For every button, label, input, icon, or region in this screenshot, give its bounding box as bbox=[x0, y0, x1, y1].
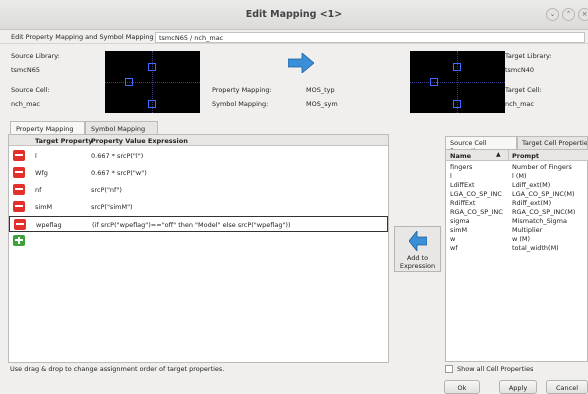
show-all-label: Show all Cell Properties bbox=[457, 365, 534, 373]
expression-cell[interactable]: 0.667 * srcP("l") bbox=[91, 152, 143, 160]
source-cell-label: Source Cell: bbox=[11, 86, 50, 94]
property-prompt: Number of Fingers bbox=[512, 163, 572, 171]
add-row[interactable] bbox=[9, 234, 388, 250]
table-row[interactable]: nf srcP("nf") bbox=[9, 182, 388, 198]
target-cell-label: Target Cell: bbox=[505, 86, 542, 94]
source-library-value: tsmcN65 bbox=[11, 66, 40, 74]
property-name: sigma bbox=[450, 217, 470, 225]
tab-property-mapping-rule[interactable]: Property Mapping Rule bbox=[10, 121, 85, 141]
add-to-expression-button[interactable]: Add to Expression bbox=[394, 226, 441, 272]
tab-symbol-mapping-rule[interactable]: Symbol Mapping Rule bbox=[85, 121, 158, 141]
apply-button[interactable]: Apply bbox=[499, 380, 537, 394]
tab-target-cell-properties[interactable]: Target Cell Properties bbox=[517, 136, 588, 149]
expression-cell[interactable]: srcP("nf") bbox=[91, 186, 122, 194]
delete-row-icon[interactable] bbox=[13, 184, 25, 195]
property-mapping-value: MOS_typ bbox=[306, 86, 335, 94]
sort-ascending-icon: ▲ bbox=[496, 151, 501, 158]
target-library-label: Target Library: bbox=[505, 52, 552, 60]
properties-header: Name ▲ Prompt bbox=[446, 150, 588, 161]
target-property-cell: l bbox=[35, 152, 37, 160]
property-prompt: Multiplier bbox=[512, 226, 543, 234]
minimize-icon[interactable]: ⌄ bbox=[546, 8, 559, 21]
header-name[interactable]: Name bbox=[450, 152, 471, 160]
target-property-cell: Wfg bbox=[35, 169, 48, 177]
expression-cell[interactable]: (if srcP("wpeflag")=="off" then "Model" … bbox=[92, 221, 291, 229]
property-row[interactable]: w w (M) bbox=[446, 234, 588, 243]
property-name: LdiffExt bbox=[450, 181, 475, 189]
expression-cell[interactable]: srcP("simM") bbox=[91, 203, 133, 211]
property-row[interactable]: LGA_CO_SP_INC LGA_CO_SP_INC(M) bbox=[446, 189, 588, 198]
tab-source-cell-properties[interactable]: Source Cell Properties bbox=[445, 136, 517, 155]
table-row[interactable]: Wfg 0.667 * srcP("w") bbox=[9, 165, 388, 181]
property-row[interactable]: simM Multiplier bbox=[446, 225, 588, 234]
add-to-label-line2: Expression bbox=[399, 262, 436, 270]
cell-properties-table: Name ▲ Prompt fingers Number of Fingers l… bbox=[445, 149, 588, 362]
map-arrow-icon bbox=[288, 53, 314, 73]
delete-row-icon[interactable] bbox=[13, 201, 25, 212]
table-row[interactable]: l 0.667 * srcP("l") bbox=[9, 148, 388, 164]
property-row[interactable]: fingers Number of Fingers bbox=[446, 162, 588, 171]
property-row[interactable]: wf total_width(M) bbox=[446, 243, 588, 252]
property-name: l bbox=[450, 172, 452, 180]
property-prompt: l (M) bbox=[512, 172, 527, 180]
property-mapping-label: Property Mapping: bbox=[212, 86, 272, 94]
property-name: fingers bbox=[450, 163, 473, 171]
property-row[interactable]: sigma Mismatch_Sigma bbox=[446, 216, 588, 225]
symbol-mapping-label: Symbol Mapping: bbox=[212, 100, 269, 108]
target-symbol-preview bbox=[410, 51, 505, 113]
target-cell-value: nch_mac bbox=[505, 100, 534, 108]
property-name: LGA_CO_SP_INC bbox=[450, 190, 502, 198]
source-symbol-preview bbox=[105, 51, 200, 113]
mapping-for-bar: Edit Property Mapping and Symbol Mapping… bbox=[0, 30, 588, 44]
property-prompt: total_width(M) bbox=[512, 244, 559, 252]
close-icon[interactable]: × bbox=[578, 8, 588, 21]
property-prompt: LGA_CO_SP_INC(M) bbox=[512, 190, 575, 198]
property-name: RGA_CO_SP_INC bbox=[450, 208, 503, 216]
header-prompt[interactable]: Prompt bbox=[512, 152, 539, 160]
property-row[interactable]: l l (M) bbox=[446, 171, 588, 180]
mapping-for-field[interactable]: tsmcN65 / nch_mac bbox=[155, 32, 585, 43]
add-row-icon[interactable] bbox=[13, 235, 25, 246]
target-property-cell: wpeflag bbox=[36, 221, 62, 229]
property-prompt: RGA_CO_SP_INC(M) bbox=[512, 208, 576, 216]
table-header: Target Property Property Value Expressio… bbox=[9, 135, 388, 146]
delete-row-icon[interactable] bbox=[13, 150, 25, 161]
table-row-selected[interactable]: wpeflag (if srcP("wpeflag")=="off" then … bbox=[9, 216, 388, 232]
property-mapping-table: Target Property Property Value Expressio… bbox=[8, 134, 389, 363]
property-name: simM bbox=[450, 226, 468, 234]
property-prompt: Mismatch_Sigma bbox=[512, 217, 567, 225]
table-row[interactable]: simM srcP("simM") bbox=[9, 199, 388, 215]
property-name: wf bbox=[450, 244, 458, 252]
property-prompt: Rdiff_ext(M) bbox=[512, 199, 552, 207]
header-target-property: Target Property bbox=[35, 137, 93, 145]
add-to-label-line1: Add to bbox=[406, 254, 429, 262]
arrow-left-icon bbox=[409, 231, 427, 251]
target-property-cell: simM bbox=[35, 203, 53, 211]
header-property-value-expression: Property Value Expression bbox=[91, 137, 188, 145]
source-cell-value: nch_mac bbox=[11, 100, 40, 108]
drag-drop-hint: Use drag & drop to change assignment ord… bbox=[10, 365, 225, 373]
property-row[interactable]: LdiffExt Ldiff_ext(M) bbox=[446, 180, 588, 189]
delete-row-icon[interactable] bbox=[13, 167, 25, 178]
symbol-mapping-value: MOS_sym bbox=[306, 100, 338, 108]
property-row[interactable]: RGA_CO_SP_INC RGA_CO_SP_INC(M) bbox=[446, 207, 588, 216]
show-all-checkbox[interactable] bbox=[445, 365, 453, 373]
source-library-label: Source Library: bbox=[11, 52, 60, 60]
maximize-icon[interactable]: ⌃ bbox=[562, 8, 575, 21]
target-property-cell: nf bbox=[35, 186, 42, 194]
property-row[interactable]: RdiffExt Rdiff_ext(M) bbox=[446, 198, 588, 207]
property-prompt: Ldiff_ext(M) bbox=[512, 181, 551, 189]
expression-cell[interactable]: 0.667 * srcP("w") bbox=[91, 169, 147, 177]
delete-row-icon[interactable] bbox=[14, 219, 26, 230]
property-name: RdiffExt bbox=[450, 199, 476, 207]
cancel-button[interactable]: Cancel bbox=[546, 380, 588, 394]
property-name: w bbox=[450, 235, 456, 243]
property-prompt: w (M) bbox=[512, 235, 531, 243]
window-title: Edit Mapping <1> bbox=[245, 9, 343, 20]
title-bar: Edit Mapping <1> ⌄ ⌃ × bbox=[0, 0, 588, 30]
ok-button[interactable]: Ok bbox=[444, 380, 480, 394]
mapping-for-label: Edit Property Mapping and Symbol Mapping… bbox=[11, 33, 167, 41]
target-library-value: tsmcN40 bbox=[505, 66, 534, 74]
